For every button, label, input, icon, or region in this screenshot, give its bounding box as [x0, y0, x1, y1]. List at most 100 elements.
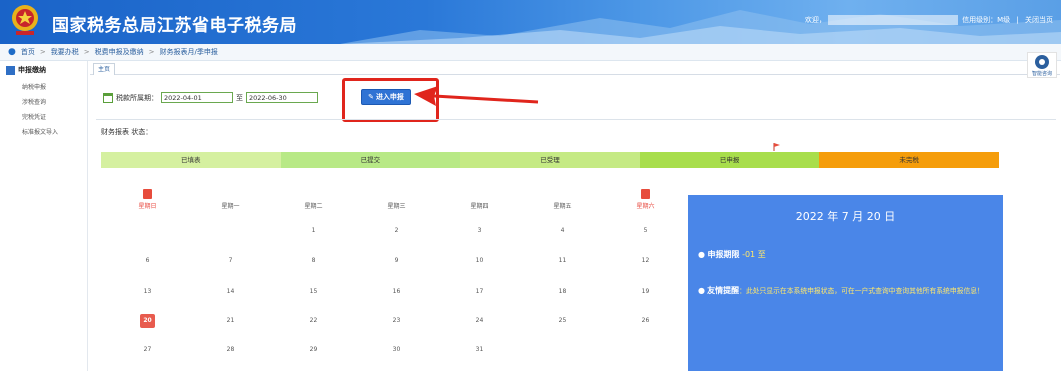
welcome-text: 欢迎， [804, 16, 826, 24]
calendar-week-row: 20 21 22 23 24 25 26 [106, 314, 688, 328]
calendar-day[interactable]: 19 [604, 288, 687, 295]
weekday-sun: 星期日 [106, 189, 189, 210]
sidebar: 申报缴纳 纳税申报 涉税查询 完税凭证 标准报文导入 [0, 61, 88, 371]
calendar-day[interactable]: 11 [521, 257, 604, 264]
close-page-link[interactable]: 关闭当页 [1025, 16, 1053, 24]
current-date: 2022 年 7 月 20 日 [795, 210, 896, 223]
report-status-label: 财务报表 状态： [101, 128, 153, 136]
calendar-week-row: 27 28 29 30 31 [106, 346, 688, 353]
calendar-day[interactable]: 5 [604, 227, 687, 234]
calendar-day[interactable]: 15 [272, 288, 355, 295]
tip-text: ：此处只显示在本系统申报状态，可在一户式查询中查询其他所有系统申报信息！ [739, 287, 984, 295]
calendar-day[interactable]: 17 [438, 288, 521, 295]
calendar-day[interactable]: 10 [438, 257, 521, 264]
today-highlight[interactable]: 20 [140, 314, 155, 328]
enter-declare-label: 进入申报 [375, 93, 404, 101]
legend-accepted: 已受理 [460, 152, 640, 168]
calendar-day[interactable]: 26 [604, 317, 687, 328]
bullet: ● [698, 250, 705, 259]
header-separator: | [1016, 16, 1019, 24]
tip-label: 友情提醒 [707, 286, 740, 295]
legend-submitted: 已提交 [280, 152, 461, 168]
red-arrow-annotation [414, 86, 539, 106]
sidebar-item-import[interactable]: 标准报文导入 [0, 124, 87, 139]
calendar-day[interactable]: 20 [106, 314, 189, 328]
calendar-day[interactable]: 31 [438, 346, 521, 353]
friendly-tip: ● 友情提醒：此处只显示在本系统申报状态，可在一户式查询中查询其他所有系统申报信… [698, 284, 1003, 298]
sidebar-header[interactable]: 申报缴纳 [0, 61, 87, 79]
calendar-day[interactable]: 3 [438, 227, 521, 234]
breadcrumb-sep: > [39, 48, 46, 56]
calendar-icon [103, 92, 113, 103]
calendar-day[interactable]: 1 [272, 227, 355, 234]
user-area: 欢迎， 信用级别：M级 | 关闭当页 [805, 15, 1053, 25]
tax-bureau-emblem-icon [12, 5, 38, 35]
legend-filled: 已填表 [101, 152, 281, 168]
calendar-empty [106, 227, 189, 234]
calendar-empty [604, 346, 687, 353]
calendar-day[interactable]: 7 [189, 257, 272, 264]
deadline-line: ● 申报期限 -01 至 [698, 249, 766, 260]
calendar-day[interactable]: 27 [106, 346, 189, 353]
breadcrumb-home[interactable]: 首页 [21, 47, 35, 57]
calendar-empty [189, 227, 272, 234]
calendar-day[interactable]: 4 [521, 227, 604, 234]
calendar-day[interactable]: 30 [355, 346, 438, 353]
breadcrumb-sep: > [83, 48, 90, 56]
deadline-value: -01 至 [742, 250, 766, 259]
calendar-day[interactable]: 13 [106, 288, 189, 295]
calendar-day[interactable]: 9 [355, 257, 438, 264]
calendar-day[interactable]: 21 [189, 317, 272, 328]
sidebar-item-declare[interactable]: 纳税申报 [0, 79, 87, 94]
credit-level: 信用级别：M级 [962, 16, 1011, 24]
calendar-day[interactable]: 29 [272, 346, 355, 353]
bullet: ● [698, 286, 705, 295]
site-title: 国家税务总局江苏省电子税务局 [52, 16, 297, 36]
weekday-mon: 星期一 [221, 203, 240, 210]
legend-declared: 已申报 [639, 152, 820, 168]
weekday-sat: 星期六 [604, 189, 687, 210]
calendar-weekdays: 星期日 星期一 星期二 星期三 星期四 星期五 星期六 [106, 189, 688, 210]
calendar-day[interactable]: 8 [272, 257, 355, 264]
calendar-day[interactable]: 2 [355, 227, 438, 234]
support-agent-icon [1035, 55, 1049, 69]
breadcrumb: ● 首页 > 我要办税 > 税费申报及缴纳 > 财务报表月/季申报 [0, 44, 1061, 61]
header-banner: 国家税务总局江苏省电子税务局 欢迎， 信用级别：M级 | 关闭当页 [0, 0, 1061, 44]
tab-home[interactable]: 主页 [93, 63, 115, 75]
smart-consult-button[interactable]: 智能咨询 [1027, 52, 1057, 78]
tab-bar: 主页 [90, 61, 1060, 75]
help-label: 智能咨询 [1031, 71, 1052, 77]
calendar-day[interactable]: 6 [106, 257, 189, 264]
calendar-day[interactable]: 22 [272, 317, 355, 328]
calendar-empty [521, 346, 604, 353]
calendar-day[interactable]: 25 [521, 317, 604, 328]
sidebar-item-certificate[interactable]: 完税凭证 [0, 109, 87, 124]
period-start-input[interactable] [161, 92, 233, 103]
calendar-day[interactable]: 24 [438, 317, 521, 328]
breadcrumb-sep: > [148, 48, 155, 56]
calendar-week-row: 13 14 15 16 17 18 19 [106, 288, 688, 295]
enter-declare-button[interactable]: ✎ 进入申报 [361, 89, 411, 105]
saturday-marker-icon [641, 189, 650, 199]
weekday-thu: 星期四 [470, 203, 489, 210]
calendar-day[interactable]: 23 [355, 317, 438, 328]
weekday-tue: 星期二 [304, 203, 323, 210]
redacted-username [827, 15, 958, 25]
edit-icon: ✎ [368, 93, 374, 101]
calendar-week-row: 12345 [106, 227, 688, 234]
calendar-day[interactable]: 14 [189, 288, 272, 295]
sidebar-item-query[interactable]: 涉税查询 [0, 94, 87, 109]
calendar-day[interactable]: 28 [189, 346, 272, 353]
calendar-day[interactable]: 12 [604, 257, 687, 264]
calendar-week-row: 6 7 8 9 10 11 12 [106, 257, 688, 264]
breadcrumb-declare[interactable]: 税费申报及缴纳 [95, 47, 144, 57]
legend-unpaid: 未完税 [819, 152, 999, 168]
breadcrumb-tax[interactable]: 我要办税 [51, 47, 79, 57]
breadcrumb-current: 财务报表月/季申报 [159, 48, 218, 56]
calendar-day[interactable]: 16 [355, 288, 438, 295]
calendar-day[interactable]: 18 [521, 288, 604, 295]
tax-period: 税款所属期： 至 [103, 92, 318, 103]
period-end-input[interactable] [246, 92, 318, 103]
menu-grid-icon [6, 65, 15, 75]
weekday-fri: 星期五 [553, 203, 572, 210]
